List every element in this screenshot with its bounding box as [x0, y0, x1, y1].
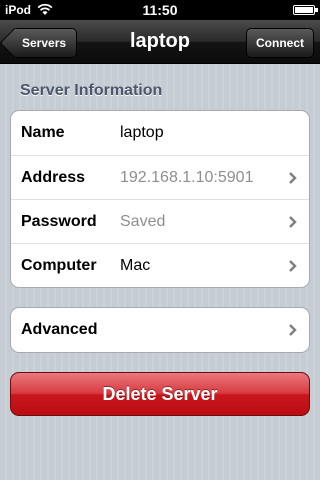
status-time: 11:50 — [142, 2, 178, 18]
password-value: Saved — [120, 213, 166, 230]
chevron-right-icon — [289, 216, 297, 228]
battery-icon — [293, 5, 315, 15]
battery-nub — [315, 8, 318, 12]
section-header: Server Information — [20, 82, 163, 99]
chevron-right-icon — [289, 260, 297, 272]
name-label: Name — [21, 124, 65, 141]
computer-label: Computer — [21, 257, 97, 274]
status-bar: iPod 11:50 — [0, 0, 320, 20]
chevron-right-icon — [289, 172, 297, 184]
delete-server-button[interactable]: Delete Server — [10, 372, 310, 416]
computer-row[interactable]: Computer Mac — [11, 243, 309, 287]
computer-value: Mac — [120, 257, 151, 274]
password-label: Password — [21, 213, 97, 230]
password-row[interactable]: Password Saved — [11, 199, 309, 243]
server-info-table: Name laptop Address 192.168.1.10:5901 Pa… — [10, 110, 310, 288]
advanced-label: Advanced — [21, 321, 98, 338]
advanced-table: Advanced — [10, 307, 310, 353]
name-value[interactable]: laptop — [120, 124, 164, 142]
address-label: Address — [21, 169, 86, 186]
chevron-right-icon — [289, 324, 297, 336]
advanced-row[interactable]: Advanced — [11, 308, 309, 352]
connect-button[interactable]: Connect — [246, 28, 314, 58]
navigation-bar: Servers laptop Connect — [0, 20, 320, 64]
address-row[interactable]: Address 192.168.1.10:5901 — [11, 155, 309, 199]
name-row[interactable]: Name laptop — [11, 111, 309, 155]
address-value: 192.168.1.10:5901 — [120, 169, 254, 186]
